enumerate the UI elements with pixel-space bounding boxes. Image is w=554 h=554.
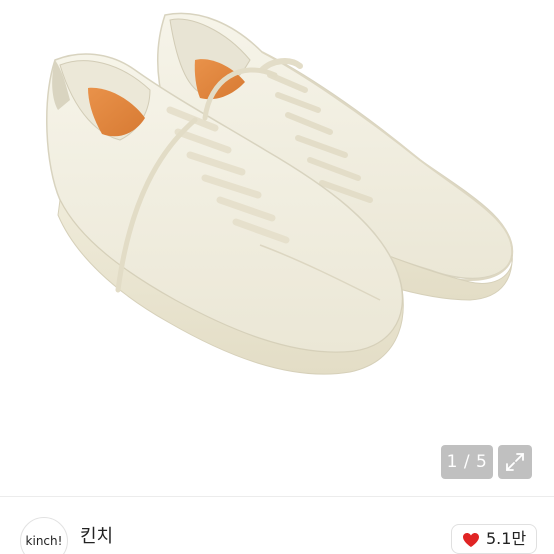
- heart-icon: [463, 533, 479, 547]
- sneaker-photo: [46, 12, 514, 375]
- product-photo[interactable]: 1 / 5: [0, 0, 554, 496]
- product-detail-page: 1 / 5 kinch! 킨치 5.1만: [0, 0, 554, 554]
- seller-bar: kinch! 킨치 5.1만: [0, 497, 554, 554]
- expand-icon: [506, 453, 524, 471]
- image-counter: 1 / 5: [441, 445, 493, 479]
- seller-name[interactable]: 킨치: [80, 525, 113, 549]
- expand-button[interactable]: [498, 445, 532, 479]
- like-button[interactable]: 5.1만: [451, 524, 537, 554]
- seller-avatar[interactable]: kinch!: [20, 517, 68, 554]
- like-count: 5.1만: [486, 529, 527, 548]
